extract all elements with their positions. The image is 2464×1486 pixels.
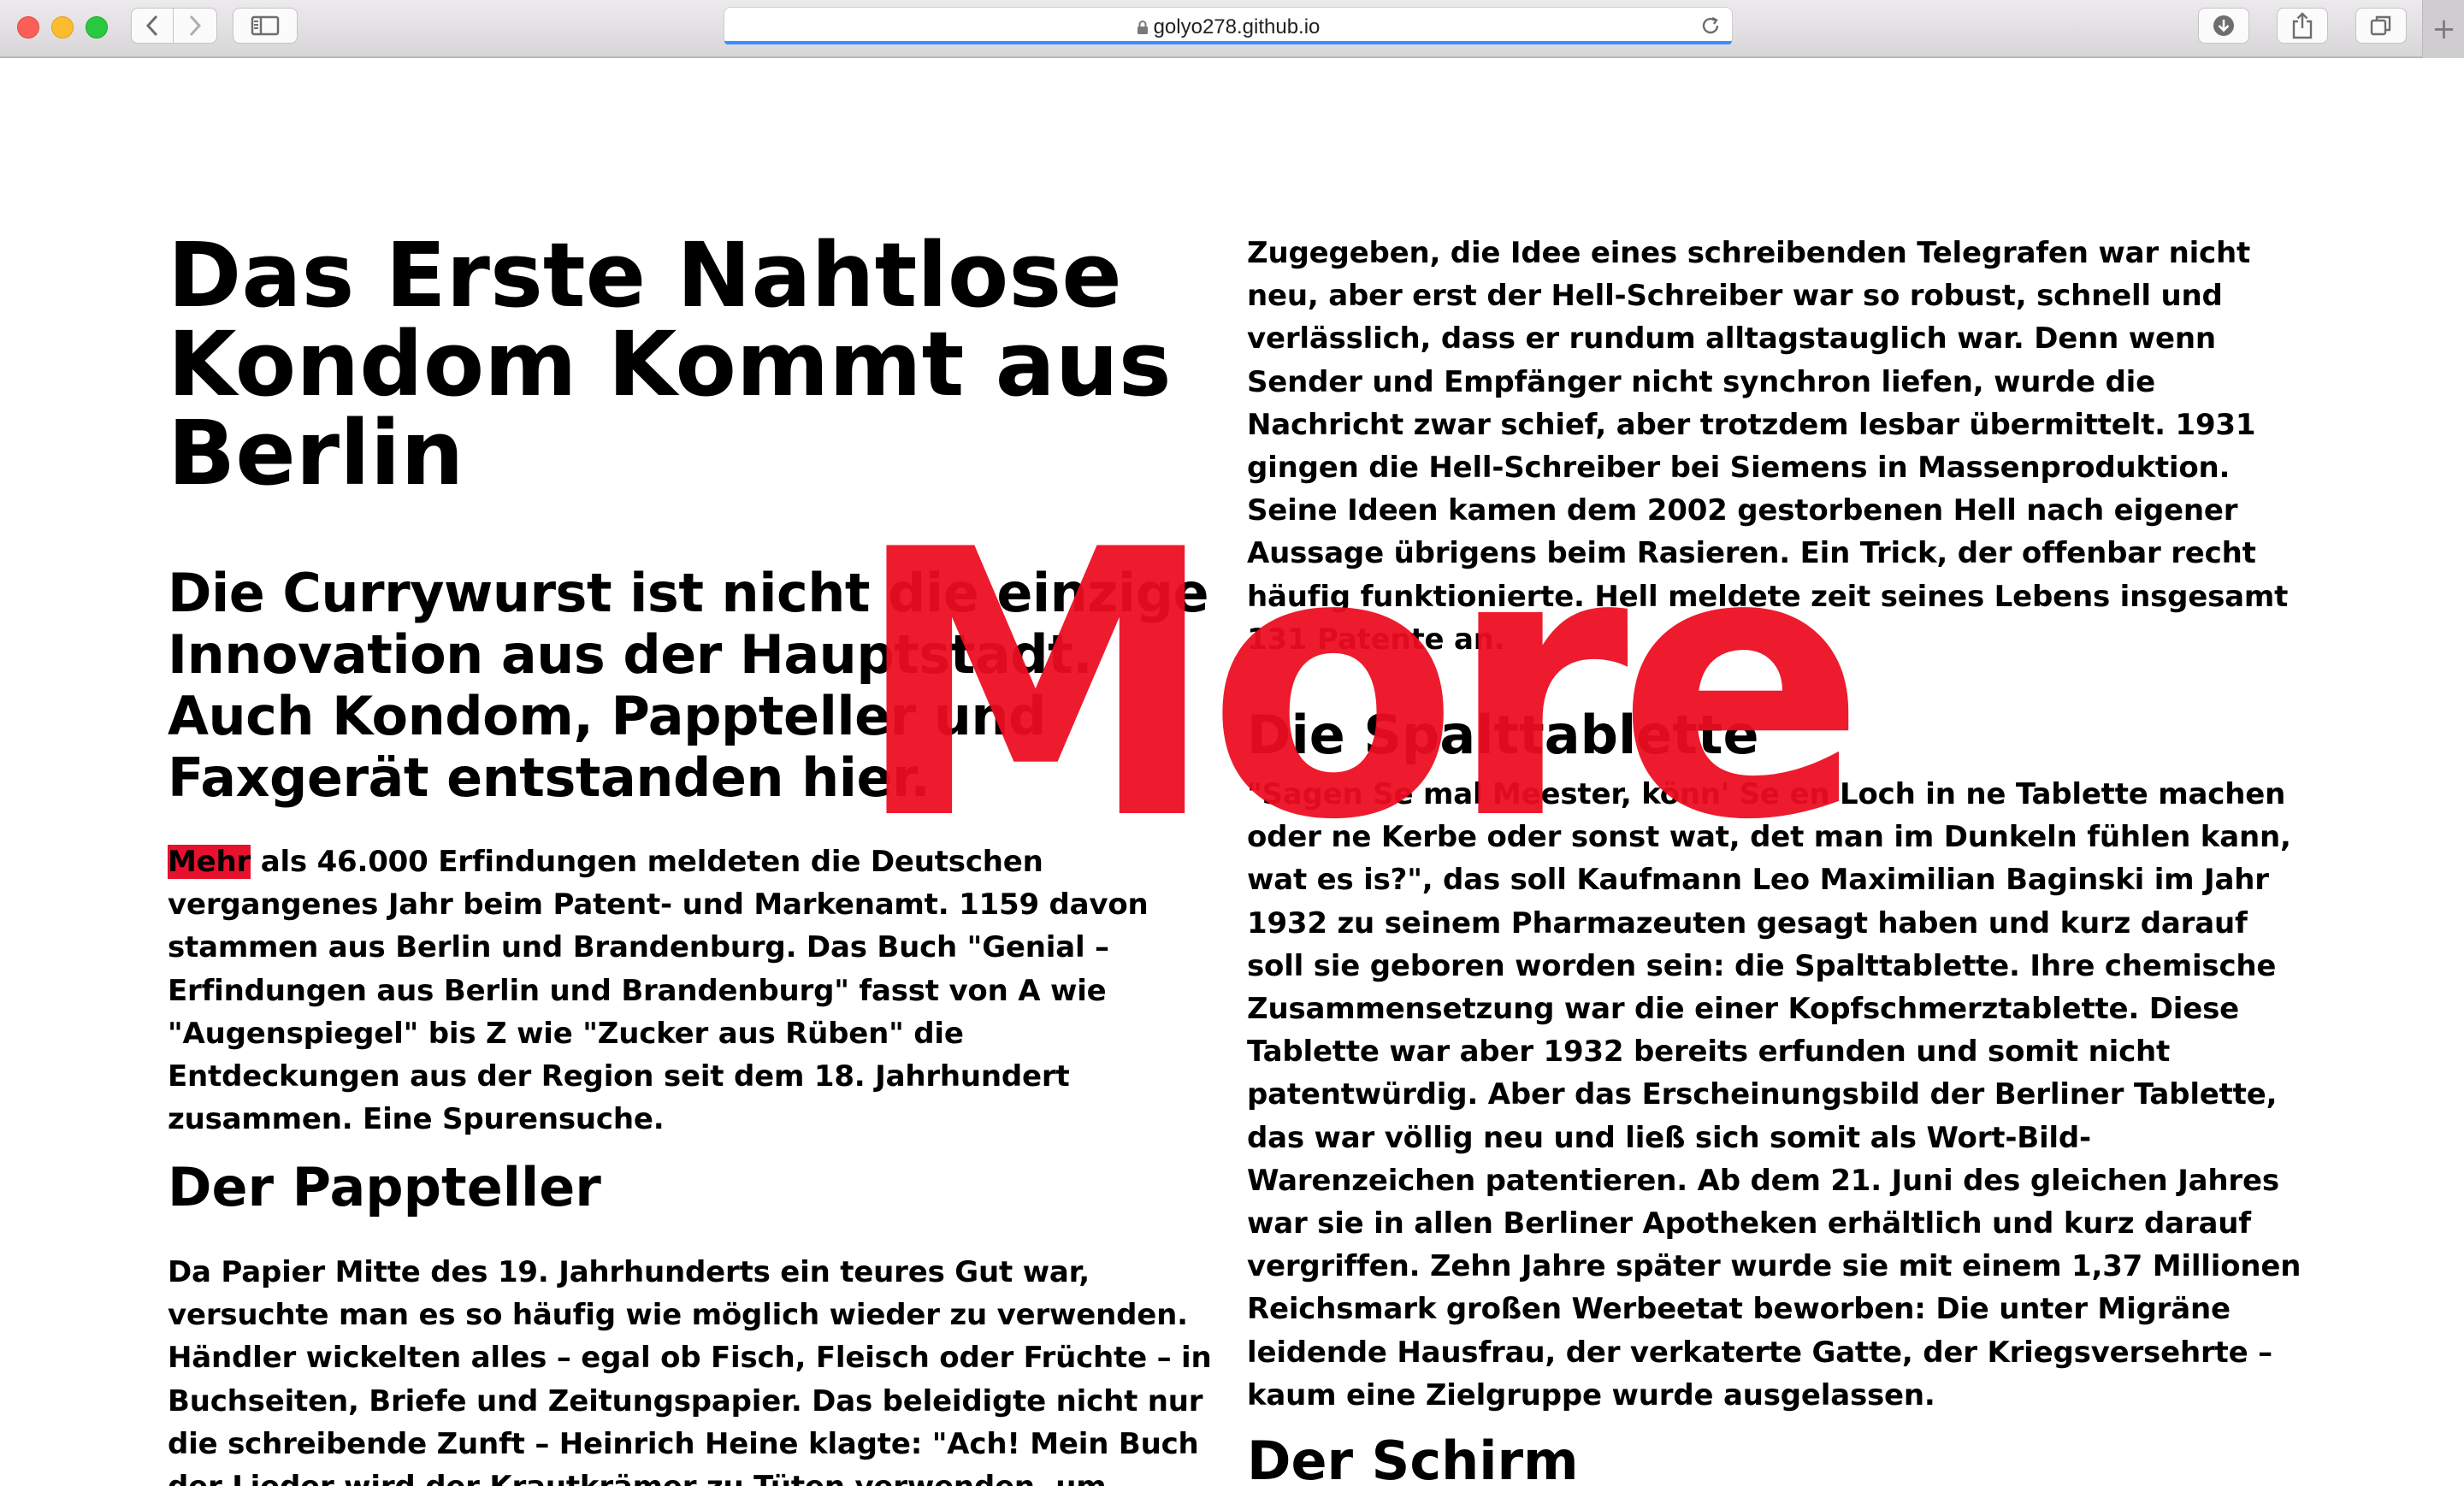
more-overlay-button[interactable]: More [853, 503, 1866, 870]
share-icon [2292, 12, 2313, 39]
reload-icon[interactable] [1699, 15, 1722, 37]
zoom-window-button[interactable] [86, 16, 108, 38]
url-text: golyo278.github.io [1153, 15, 1321, 38]
show-sidebar-button[interactable] [233, 8, 298, 44]
tabs-icon [2370, 15, 2391, 36]
chevron-right-icon [189, 15, 202, 37]
forward-button[interactable] [174, 8, 217, 44]
back-button[interactable] [131, 8, 174, 44]
article-title: Das Erste Nahtlose Kondom Kommt aus Berl… [168, 223, 1172, 505]
page-load-progress [724, 41, 1732, 44]
share-button[interactable] [2277, 8, 2328, 44]
pappteller-paragraph: Da Papier Mitte des 19. Jahrhunderts ein… [168, 1255, 1212, 1486]
web-page: Das Erste Nahtlose Kondom Kommt aus Berl… [0, 58, 2464, 1486]
plus-icon: + [2432, 12, 2456, 46]
downloads-button[interactable] [2198, 8, 2249, 44]
address-bar-url: golyo278.github.io [724, 15, 1732, 39]
new-tab-button[interactable]: + [2422, 0, 2464, 58]
download-icon [2213, 15, 2234, 36]
chevron-left-icon [145, 15, 158, 37]
section-heading-pappteller: Der Pappteller [168, 1156, 601, 1218]
lock-icon [1137, 21, 1148, 34]
highlighted-word: Mehr [168, 845, 251, 879]
sidebar-icon [251, 15, 280, 36]
address-bar[interactable]: golyo278.github.io [724, 7, 1733, 44]
tab-overview-button[interactable] [2355, 8, 2407, 44]
browser-toolbar: golyo278.github.io + [0, 0, 2464, 58]
close-window-button[interactable] [17, 16, 39, 38]
section-heading-schirm: Der Schirm [1247, 1430, 1579, 1486]
minimize-window-button[interactable] [51, 16, 74, 38]
